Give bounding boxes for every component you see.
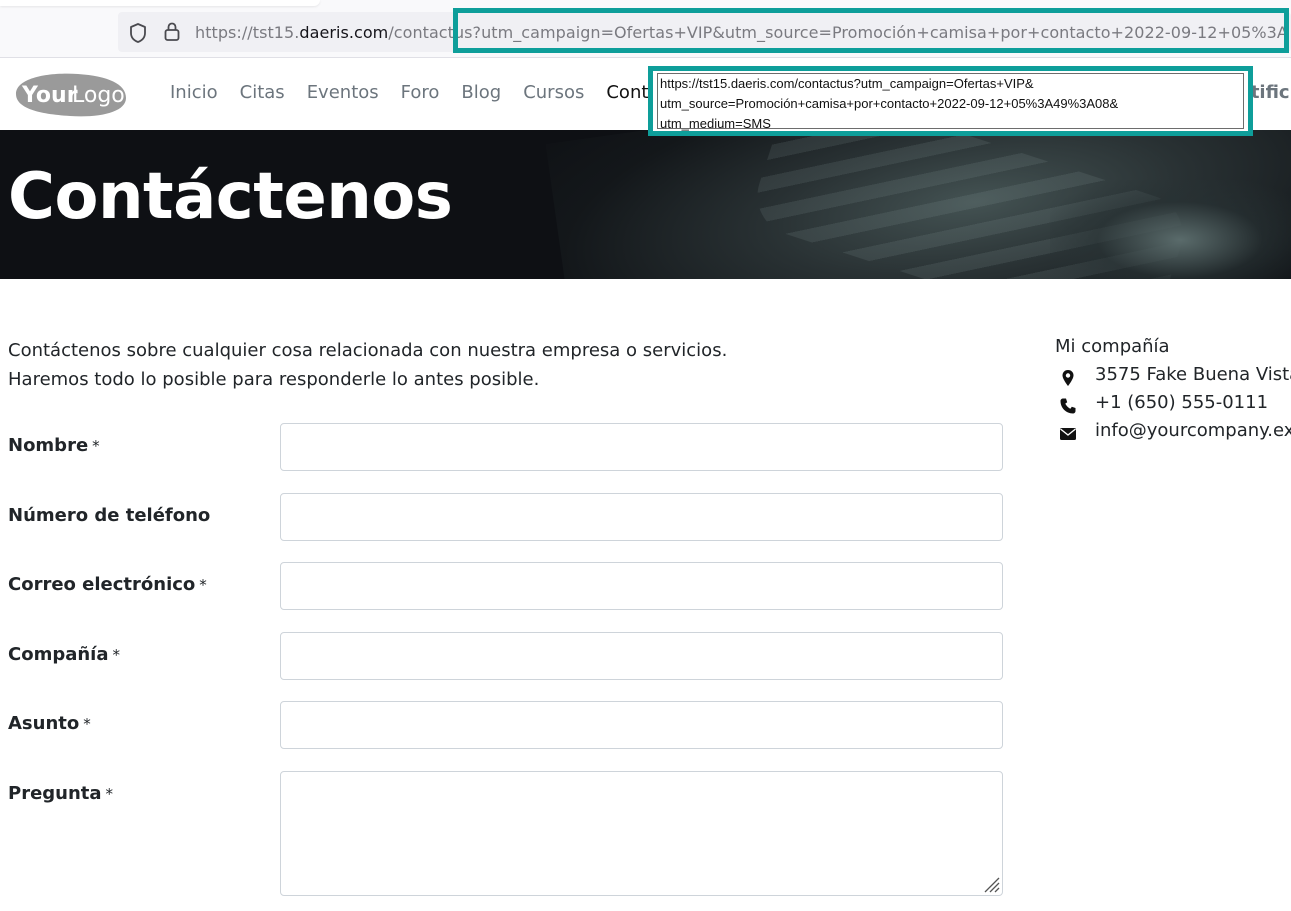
site-logo[interactable]: Your Logo	[8, 68, 128, 120]
lock-icon[interactable]	[163, 21, 181, 43]
tooltip-line-2: utm_source=Promoción+camisa+por+contacto…	[660, 96, 1119, 111]
nombre-input[interactable]	[280, 423, 1003, 471]
form-row-compania: Compañía *	[8, 632, 1003, 680]
envelope-icon	[1060, 428, 1076, 440]
form-row-telefono: Número de teléfono	[8, 493, 1003, 541]
asunto-input[interactable]	[280, 701, 1003, 749]
compania-input[interactable]	[280, 632, 1003, 680]
form-row-nombre: Nombre *	[8, 423, 1003, 471]
hero-banner: Contáctenos	[0, 130, 1291, 279]
url-prefix: https://tst15.	[195, 23, 300, 42]
url-tooltip: https://tst15.daeris.com/contactus?utm_c…	[648, 66, 1253, 136]
required-mark: *	[112, 646, 121, 664]
field-label-compania: Compañía *	[8, 644, 120, 665]
form-row-pregunta: Pregunta *	[8, 771, 1003, 896]
required-mark: *	[83, 715, 91, 733]
hero-background-shade	[1050, 180, 1291, 279]
field-label-asunto: Asunto *	[8, 713, 91, 734]
form-row-asunto: Asunto *	[8, 701, 1003, 749]
logo-text-bold: Your	[21, 83, 78, 108]
tooltip-line-3: utm_medium=SMS	[660, 116, 771, 131]
label-text: Nombre	[8, 435, 89, 456]
company-email: info@yourcompany.example.com	[1055, 420, 1291, 448]
field-label-pregunta: Pregunta *	[8, 783, 113, 804]
logo-text-light: Logo	[72, 83, 125, 108]
pregunta-textarea[interactable]	[280, 771, 1003, 896]
browser-tab[interactable]	[0, 0, 320, 6]
intro-text: Contáctenos sobre cualquier cosa relacio…	[8, 336, 727, 394]
field-label-nombre: Nombre *	[8, 435, 100, 456]
nav-item-citas[interactable]: Citas	[240, 82, 285, 103]
nav-item-inicio[interactable]: Inicio	[170, 82, 218, 103]
field-label-telefono: Número de teléfono	[8, 505, 210, 526]
shield-icon[interactable]	[128, 22, 148, 44]
nav-item-blog[interactable]: Blog	[461, 82, 501, 103]
label-text: Compañía	[8, 644, 109, 665]
form-row-correo: Correo electrónico *	[8, 562, 1003, 610]
company-address: 3575 Fake Buena Vista Avenue	[1055, 364, 1291, 392]
nav-item-cursos[interactable]: Cursos	[523, 82, 584, 103]
label-text: Número de teléfono	[8, 505, 211, 526]
tooltip-line-1: https://tst15.daeris.com/contactus?utm_c…	[660, 76, 1034, 91]
label-text: Pregunta	[8, 783, 102, 804]
url-highlight-box	[453, 8, 1289, 53]
company-phone: +1 (650) 555-0111	[1055, 392, 1291, 420]
phone-icon	[1060, 398, 1076, 414]
nav-item-eventos[interactable]: Eventos	[307, 82, 379, 103]
url-host: daeris.com	[299, 23, 389, 42]
label-text: Correo electrónico	[8, 574, 196, 595]
required-mark: *	[105, 785, 114, 803]
required-mark: *	[92, 437, 100, 455]
company-phone-text: +1 (650) 555-0111	[1095, 392, 1269, 413]
company-name: Mi compañía	[1055, 336, 1170, 357]
label-text: Asunto	[8, 713, 80, 734]
map-marker-icon	[1062, 370, 1074, 386]
nav-item-foro[interactable]: Foro	[401, 82, 440, 103]
intro-line-1: Contáctenos sobre cualquier cosa relacio…	[8, 340, 728, 361]
field-label-correo: Correo electrónico *	[8, 574, 207, 595]
page-title: Contáctenos	[8, 160, 453, 234]
resize-grip-icon[interactable]	[982, 875, 1000, 893]
correo-input[interactable]	[280, 562, 1003, 610]
telefono-input[interactable]	[280, 493, 1003, 541]
company-address-text: 3575 Fake Buena Vista Avenue	[1095, 364, 1291, 385]
required-mark: *	[199, 576, 207, 594]
intro-line-2: Haremos todo lo posible para responderle…	[8, 369, 540, 390]
company-email-text[interactable]: info@yourcompany.example.com	[1095, 420, 1291, 441]
